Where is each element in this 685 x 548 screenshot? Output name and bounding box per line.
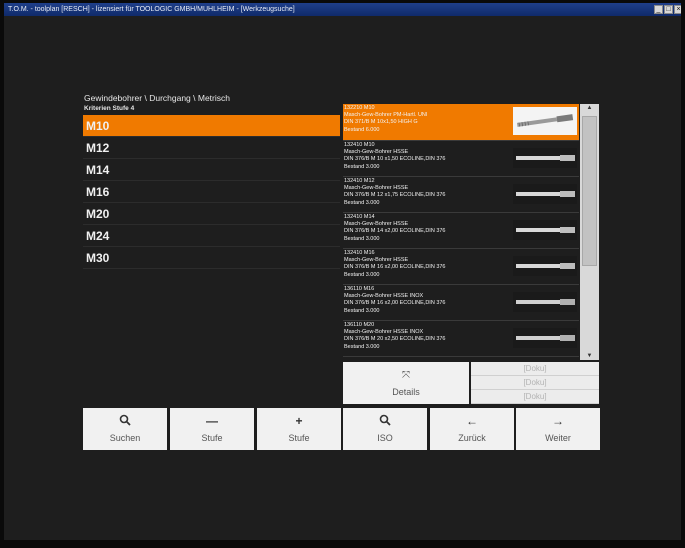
next-button[interactable]: → Weiter — [516, 408, 600, 450]
expand-icon: ⤧ — [402, 370, 410, 381]
size-item-m20[interactable]: M20 — [83, 203, 340, 225]
minimize-button[interactable]: _ — [654, 5, 663, 14]
tool-image — [513, 220, 577, 240]
tool-image — [513, 256, 577, 276]
scroll-thumb[interactable] — [582, 116, 597, 266]
result-scrollbar[interactable]: ▲ ▼ — [580, 104, 599, 360]
result-item[interactable]: 132410 M10 Masch-Gew-Bohrer HSSE DIN 376… — [343, 141, 579, 177]
scroll-up-icon[interactable]: ▲ — [580, 104, 599, 112]
search-icon — [343, 414, 427, 429]
tool-result-list: 132210 M10 Masch-Gew-Bohrer PM-Hartl. UN… — [343, 104, 579, 358]
result-item[interactable]: 136110 M16 Masch-Gew-Bohrer HSSE INOX DI… — [343, 285, 579, 321]
thread-size-list: M10 M12 M14 M16 M20 M24 M30 — [83, 115, 340, 269]
tool-image — [513, 328, 577, 348]
maximize-button[interactable]: □ — [664, 5, 673, 14]
size-item-m16[interactable]: M16 — [83, 181, 340, 203]
back-label: Zurück — [458, 433, 486, 443]
result-item[interactable]: 132410 M16 Masch-Gew-Bohrer HSSE DIN 376… — [343, 249, 579, 285]
doku-link[interactable]: [Doku] — [471, 362, 599, 376]
size-item-m12[interactable]: M12 — [83, 137, 340, 159]
doku-panel: [Doku] [Doku] [Doku] — [471, 362, 599, 404]
tool-image — [513, 184, 577, 204]
doku-link[interactable]: [Doku] — [471, 390, 599, 404]
search-icon — [83, 414, 167, 429]
breadcrumb: Gewindebohrer \ Durchgang \ Metrisch — [84, 93, 230, 103]
minus-icon: — — [206, 414, 218, 428]
window-title: T.O.M. - toolplan [RESCH] - lizensiert f… — [8, 6, 295, 13]
monitor-frame: T.O.M. - toolplan [RESCH] - lizensiert f… — [0, 0, 685, 548]
back-button[interactable]: ← Zurück — [430, 408, 514, 450]
level-down-button[interactable]: — Stufe — [170, 408, 254, 450]
result-item[interactable]: 132210 M10 Masch-Gew-Bohrer PM-Hartl. UN… — [343, 104, 579, 141]
details-button[interactable]: ⤧ Details — [343, 362, 469, 404]
tool-image — [513, 107, 577, 135]
close-button[interactable]: × — [674, 5, 681, 14]
criteria-label: Kriterien Stufe 4 — [84, 105, 135, 112]
details-label: Details — [392, 387, 420, 397]
result-item[interactable]: 136110 M20 Masch-Gew-Bohrer HSSE INOX DI… — [343, 321, 579, 357]
arrow-right-icon: → — [552, 414, 564, 428]
iso-label: ISO — [377, 433, 393, 443]
size-item-m30[interactable]: M30 — [83, 247, 340, 269]
search-button[interactable]: Suchen — [83, 408, 167, 450]
size-item-m14[interactable]: M14 — [83, 159, 340, 181]
next-label: Weiter — [545, 433, 571, 443]
doku-link[interactable]: [Doku] — [471, 376, 599, 390]
search-label: Suchen — [109, 433, 141, 443]
tool-image — [513, 148, 577, 168]
plus-icon: + — [295, 414, 303, 428]
arrow-left-icon: ← — [466, 414, 478, 428]
level-up-label: Stufe — [288, 433, 310, 443]
scroll-down-icon[interactable]: ▼ — [580, 352, 599, 360]
level-up-button[interactable]: + Stufe — [257, 408, 341, 450]
result-item[interactable]: 132410 M14 Masch-Gew-Bohrer HSSE DIN 376… — [343, 213, 579, 249]
size-item-m10[interactable]: M10 — [83, 115, 340, 137]
size-item-m24[interactable]: M24 — [83, 225, 340, 247]
level-down-label: Stufe — [201, 433, 223, 443]
tool-image — [513, 292, 577, 312]
result-item[interactable]: 132410 M12 Masch-Gew-Bohrer HSSE DIN 376… — [343, 177, 579, 213]
iso-button[interactable]: ISO — [343, 408, 427, 450]
window-titlebar: T.O.M. - toolplan [RESCH] - lizensiert f… — [4, 3, 681, 16]
